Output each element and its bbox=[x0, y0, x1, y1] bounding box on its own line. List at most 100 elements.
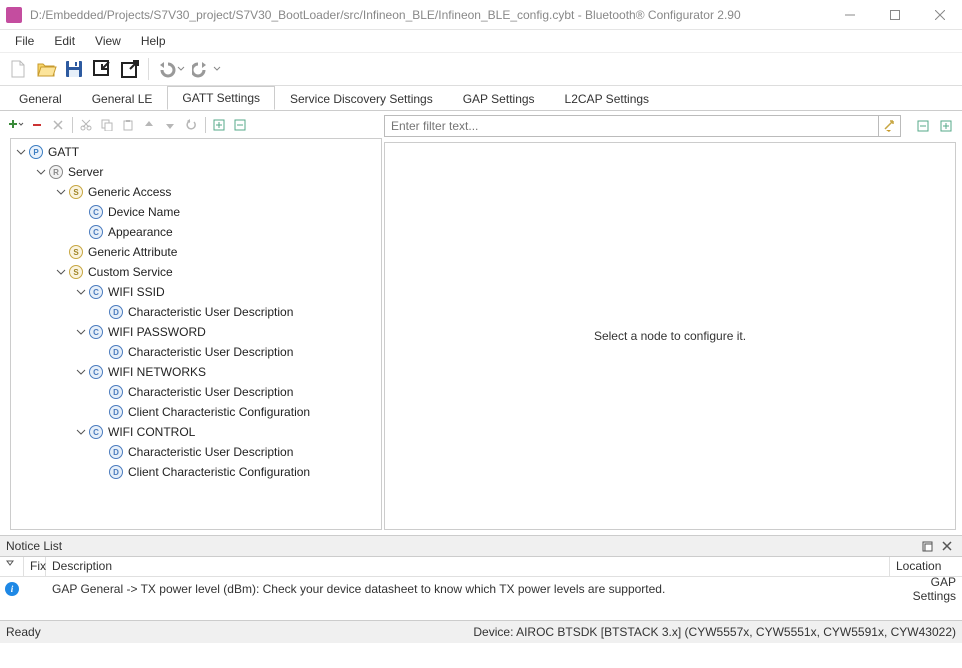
notice-col-sort[interactable] bbox=[0, 557, 24, 576]
tab-gap-settings[interactable]: GAP Settings bbox=[448, 87, 550, 111]
chevron-down-icon[interactable] bbox=[75, 326, 87, 338]
paste-button[interactable] bbox=[118, 115, 138, 135]
collapse-pane-button[interactable] bbox=[913, 116, 933, 136]
characteristic-icon: C bbox=[89, 225, 103, 239]
tree-node-cud[interactable]: Characteristic User Description bbox=[128, 385, 293, 399]
undo-button[interactable] bbox=[153, 55, 189, 83]
tree-toolbar bbox=[6, 114, 384, 136]
copy-button[interactable] bbox=[97, 115, 117, 135]
tree-node-cud[interactable]: Characteristic User Description bbox=[128, 445, 293, 459]
chevron-down-icon[interactable] bbox=[75, 286, 87, 298]
notice-col-description[interactable]: Description bbox=[46, 557, 890, 576]
tree-pane: PGATT RServer SGeneric Access CDevice Na… bbox=[0, 111, 384, 535]
config-pane: Select a node to configure it. bbox=[384, 111, 962, 535]
tree-node-cud[interactable]: Characteristic User Description bbox=[128, 345, 293, 359]
add-node-button[interactable] bbox=[6, 115, 26, 135]
notice-columns: Fix Description Location bbox=[0, 557, 962, 577]
maximize-button[interactable] bbox=[872, 0, 917, 29]
close-panel-button[interactable] bbox=[938, 537, 956, 555]
statusbar: Ready Device: AIROC BTSDK [BTSTACK 3.x] … bbox=[0, 621, 962, 643]
window-title: D:/Embedded/Projects/S7V30_project/S7V30… bbox=[28, 8, 827, 22]
chevron-down-icon[interactable] bbox=[15, 146, 27, 158]
service-icon: S bbox=[69, 265, 83, 279]
config-panel: Select a node to configure it. bbox=[384, 142, 956, 530]
expand-all-button[interactable] bbox=[209, 115, 229, 135]
characteristic-icon: C bbox=[89, 285, 103, 299]
notice-location: GAP Settings bbox=[890, 575, 962, 603]
menubar: File Edit View Help bbox=[0, 30, 962, 52]
notice-col-fix[interactable]: Fix bbox=[24, 557, 46, 576]
reset-button[interactable] bbox=[181, 115, 201, 135]
tab-general-le[interactable]: General LE bbox=[77, 87, 168, 111]
minimize-button[interactable] bbox=[827, 0, 872, 29]
notice-list-header: Notice List bbox=[0, 535, 962, 557]
delete-node-button[interactable] bbox=[48, 115, 68, 135]
export-button[interactable] bbox=[116, 55, 144, 83]
tab-l2cap-settings[interactable]: L2CAP Settings bbox=[550, 87, 665, 111]
move-up-button[interactable] bbox=[139, 115, 159, 135]
tree-node-wifi-password[interactable]: WIFI PASSWORD bbox=[108, 325, 206, 339]
service-icon: S bbox=[69, 185, 83, 199]
tree-node-gatt[interactable]: GATT bbox=[48, 145, 79, 159]
service-icon: S bbox=[69, 245, 83, 259]
remove-node-button[interactable] bbox=[27, 115, 47, 135]
chevron-down-icon[interactable] bbox=[55, 266, 67, 278]
menu-help[interactable]: Help bbox=[131, 32, 176, 50]
clear-filter-button[interactable] bbox=[879, 115, 901, 137]
tree-node-cud[interactable]: Characteristic User Description bbox=[128, 305, 293, 319]
descriptor-icon: D bbox=[109, 465, 123, 479]
collapse-all-button[interactable] bbox=[230, 115, 250, 135]
import-button[interactable] bbox=[88, 55, 116, 83]
tab-service-discovery[interactable]: Service Discovery Settings bbox=[275, 87, 448, 111]
expand-pane-button[interactable] bbox=[936, 116, 956, 136]
descriptor-icon: D bbox=[109, 385, 123, 399]
descriptor-icon: D bbox=[109, 305, 123, 319]
notice-row[interactable]: i GAP General -> TX power level (dBm): C… bbox=[0, 577, 962, 601]
tree-node-device-name[interactable]: Device Name bbox=[108, 205, 180, 219]
tree-node-server[interactable]: Server bbox=[68, 165, 103, 179]
chevron-down-icon[interactable] bbox=[35, 166, 47, 178]
redo-button[interactable] bbox=[189, 55, 225, 83]
new-file-button[interactable] bbox=[4, 55, 32, 83]
notice-description: GAP General -> TX power level (dBm): Che… bbox=[46, 582, 890, 596]
gatt-tree[interactable]: PGATT RServer SGeneric Access CDevice Na… bbox=[10, 138, 382, 530]
descriptor-icon: D bbox=[109, 445, 123, 459]
chevron-down-icon[interactable] bbox=[75, 366, 87, 378]
toolbar bbox=[0, 52, 962, 86]
notice-col-location[interactable]: Location bbox=[890, 557, 962, 576]
close-button[interactable] bbox=[917, 0, 962, 29]
tab-gatt-settings[interactable]: GATT Settings bbox=[167, 86, 275, 110]
open-file-button[interactable] bbox=[32, 55, 60, 83]
tree-node-wifi-networks[interactable]: WIFI NETWORKS bbox=[108, 365, 206, 379]
filter-row bbox=[384, 114, 956, 138]
characteristic-icon: C bbox=[89, 365, 103, 379]
tree-node-generic-attribute[interactable]: Generic Attribute bbox=[88, 245, 177, 259]
menu-file[interactable]: File bbox=[5, 32, 44, 50]
characteristic-icon: C bbox=[89, 205, 103, 219]
tree-node-wifi-control[interactable]: WIFI CONTROL bbox=[108, 425, 195, 439]
filter-input[interactable] bbox=[384, 115, 879, 137]
tree-node-custom-service[interactable]: Custom Service bbox=[88, 265, 173, 279]
tree-node-appearance[interactable]: Appearance bbox=[108, 225, 173, 239]
tab-general[interactable]: General bbox=[4, 87, 77, 111]
dock-button[interactable] bbox=[918, 537, 936, 555]
chevron-down-icon[interactable] bbox=[75, 426, 87, 438]
tree-node-generic-access[interactable]: Generic Access bbox=[88, 185, 171, 199]
cut-button[interactable] bbox=[76, 115, 96, 135]
tree-node-ccc[interactable]: Client Characteristic Configuration bbox=[128, 465, 310, 479]
profile-icon: P bbox=[29, 145, 43, 159]
app-icon bbox=[6, 7, 22, 23]
notice-list-title: Notice List bbox=[6, 539, 916, 553]
menu-view[interactable]: View bbox=[85, 32, 131, 50]
tree-node-ccc[interactable]: Client Characteristic Configuration bbox=[128, 405, 310, 419]
main-tabs: General General LE GATT Settings Service… bbox=[0, 86, 962, 111]
info-icon: i bbox=[5, 582, 19, 596]
main-area: PGATT RServer SGeneric Access CDevice Na… bbox=[0, 111, 962, 535]
save-button[interactable] bbox=[60, 55, 88, 83]
chevron-down-icon[interactable] bbox=[55, 186, 67, 198]
config-empty-message: Select a node to configure it. bbox=[594, 329, 746, 343]
descriptor-icon: D bbox=[109, 345, 123, 359]
menu-edit[interactable]: Edit bbox=[44, 32, 85, 50]
tree-node-wifi-ssid[interactable]: WIFI SSID bbox=[108, 285, 165, 299]
move-down-button[interactable] bbox=[160, 115, 180, 135]
